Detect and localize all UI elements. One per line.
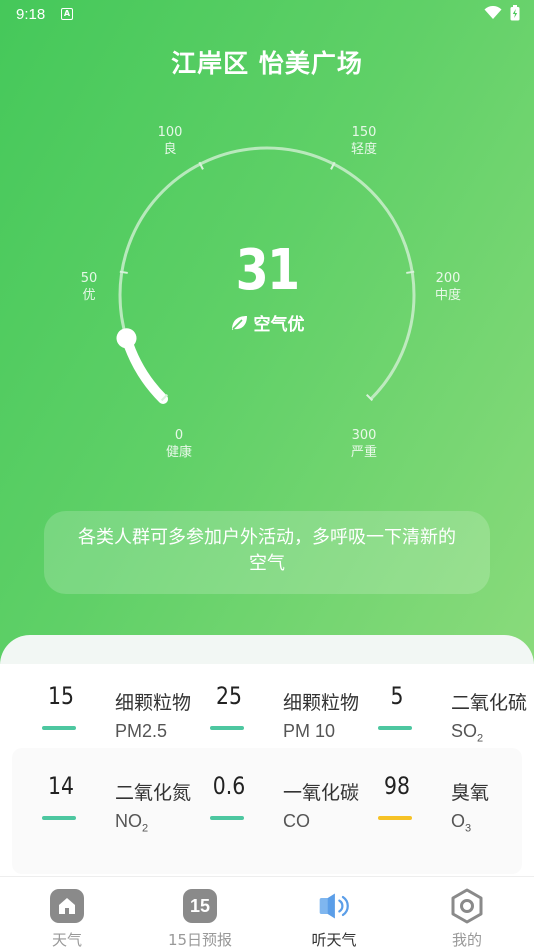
- pollutant-value: 0.6: [212, 772, 246, 800]
- aqi-level: 空气优: [0, 310, 534, 335]
- status-time: 9:18: [16, 6, 46, 23]
- aqi-value: 31: [235, 238, 301, 303]
- pollutant-name: 一氧化碳: [283, 782, 360, 804]
- tab-listen-weather[interactable]: 听天气: [267, 877, 401, 950]
- pollutant-value: 14: [48, 772, 74, 800]
- leaf-icon: [231, 315, 247, 330]
- pollutant-value: 98: [384, 772, 410, 800]
- gauge-label-0: 0 健康: [165, 428, 192, 460]
- bottom-tab-bar: 天气 15 15日预报 听天气 我的: [0, 876, 534, 950]
- pollutant-code: O3: [451, 811, 472, 835]
- speaker-icon: [317, 889, 351, 923]
- pollutant-code: PM 10: [283, 721, 336, 741]
- home-icon: [50, 889, 84, 923]
- location-title[interactable]: 江岸区 怡美广场: [0, 44, 534, 80]
- pollutant-pm25[interactable]: 15 细颗粒物 PM2.5: [28, 664, 198, 741]
- pollutant-panel: 15 细颗粒物 PM2.5 25 细颗粒物 PM 10 5 二氧化硫 SO2 1…: [0, 664, 534, 876]
- pollutant-no2[interactable]: 14 二氧化氮 NO2: [28, 754, 198, 835]
- pollutant-name: 二氧化硫: [451, 692, 528, 714]
- tab-label: 15日预报: [167, 931, 233, 949]
- pollutant-level-bar: [42, 816, 76, 820]
- pollutant-level-bar: [378, 816, 412, 820]
- tab-label: 我的: [451, 931, 482, 949]
- calendar-15-icon: 15: [183, 889, 217, 923]
- pollutant-code: PM2.5: [115, 721, 168, 741]
- tab-label: 天气: [51, 931, 82, 949]
- tab-label: 听天气: [311, 931, 357, 949]
- pollutant-level-bar: [210, 816, 244, 820]
- pollutant-co[interactable]: 0.6 一氧化碳 CO: [196, 754, 366, 831]
- gauge-label-150: 150 轻度: [350, 125, 377, 157]
- pollutant-name: 细颗粒物: [115, 692, 192, 714]
- tab-mine[interactable]: 我的: [400, 877, 534, 950]
- status-bar: 9:18 A: [0, 0, 534, 28]
- pollutant-o3[interactable]: 98 臭氧 O3: [364, 754, 534, 835]
- pollutant-name: 二氧化氮: [115, 782, 192, 804]
- notification-icon: A: [61, 8, 73, 20]
- gauge-progress: [121, 333, 169, 404]
- battery-icon: [510, 5, 520, 21]
- pollutant-so2[interactable]: 5 二氧化硫 SO2: [364, 664, 534, 745]
- gauge-label-100: 100 良: [157, 125, 183, 157]
- pollutant-value: 25: [216, 682, 242, 710]
- pollutant-value: 15: [48, 682, 74, 710]
- tab-weather[interactable]: 天气: [0, 877, 134, 950]
- wifi-icon: [484, 6, 502, 19]
- aqi-level-text: 空气优: [253, 315, 305, 335]
- pollutant-level-bar: [210, 726, 244, 730]
- gauge-label-300: 300 严重: [350, 428, 377, 460]
- pollutant-pm10[interactable]: 25 细颗粒物 PM 10: [196, 664, 366, 741]
- pollutant-level-bar: [378, 726, 412, 730]
- pollutant-name: 细颗粒物: [283, 692, 360, 714]
- pollutant-value: 5: [390, 682, 404, 710]
- pollutant-level-bar: [42, 726, 76, 730]
- pollutant-name: 臭氧: [451, 782, 490, 804]
- tab-15day[interactable]: 15 15日预报: [133, 877, 267, 950]
- pollutant-code: SO2: [451, 721, 484, 745]
- health-advice: 各类人群可多参加户外活动，多呼吸一下清新的空气: [44, 511, 490, 594]
- pollutant-code: CO: [283, 811, 310, 831]
- pollutant-code: NO2: [115, 811, 149, 835]
- hexagon-settings-icon: [450, 888, 484, 924]
